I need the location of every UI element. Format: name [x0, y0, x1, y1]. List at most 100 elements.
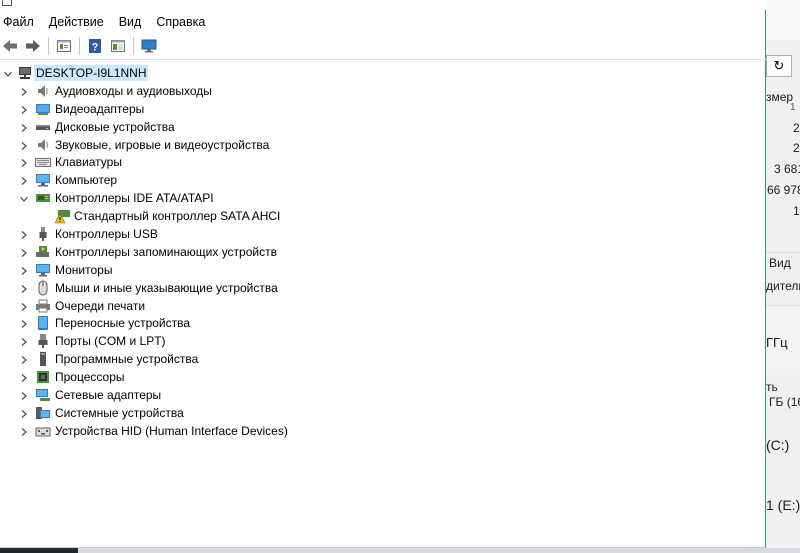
- tree-category[interactable]: Переносные устройства: [0, 314, 760, 332]
- menu-help[interactable]: Справка: [153, 12, 211, 32]
- tree-category-label: Системные устройства: [55, 405, 184, 420]
- chevron-right-icon[interactable]: [19, 86, 29, 96]
- tree-category[interactable]: Программные устройства: [0, 350, 760, 368]
- warning-controller-icon: [54, 208, 71, 224]
- tree-category[interactable]: Контроллеры запоминающих устройств: [0, 243, 760, 261]
- monitor-icon: [35, 262, 51, 278]
- network-adapter-icon: [35, 387, 51, 403]
- tree-category-label: Контроллеры IDE ATA/ATAPI: [55, 191, 214, 206]
- tree-category[interactable]: Сетевые адаптеры: [0, 386, 760, 404]
- tree-category-label: Контроллеры запоминающих устройств: [55, 244, 277, 259]
- port-icon: [35, 333, 51, 349]
- tree-category-label: Порты (COM и LPT): [55, 334, 166, 349]
- tree-category[interactable]: Системные устройства: [0, 404, 760, 422]
- chevron-right-icon[interactable]: [19, 175, 29, 186]
- tree-category-label: Клавиатуры: [55, 155, 122, 170]
- taskbar-start-area[interactable]: [0, 548, 78, 553]
- refresh-icon[interactable]: ↻: [766, 55, 792, 77]
- chevron-right-icon[interactable]: [19, 390, 29, 400]
- tree-root[interactable]: DESKTOP-I9L1NNH: [0, 64, 760, 82]
- chevron-right-icon[interactable]: [19, 104, 29, 114]
- tree-category[interactable]: Порты (COM и LPT): [0, 332, 760, 350]
- bg-drive-e: 1 (E:): [766, 497, 800, 513]
- background-window-header: [766, 0, 800, 40]
- tree-category[interactable]: Мыши и иные указывающие устройства: [0, 279, 760, 297]
- bg-value: 1: [790, 102, 796, 113]
- menu-action[interactable]: Действие: [46, 12, 110, 32]
- forward-icon[interactable]: [23, 36, 43, 56]
- mouse-icon: [35, 280, 51, 296]
- chevron-right-icon[interactable]: [19, 354, 29, 365]
- chevron-right-icon[interactable]: [19, 157, 29, 168]
- svg-text:?: ?: [92, 42, 99, 54]
- tree-device[interactable]: Стандартный контроллер SATA AHCI: [0, 207, 760, 225]
- device-manager-window: Файл Действие Вид Справка ? DESKTOP-I9L1…: [0, 0, 766, 548]
- chevron-down-icon[interactable]: [19, 193, 29, 203]
- tree-category-label: Программные устройства: [55, 352, 199, 367]
- processor-icon: [35, 369, 51, 385]
- printer-icon: [35, 298, 51, 314]
- tree-category-label: Процессоры: [55, 370, 125, 385]
- bg-value: 1: [793, 204, 800, 218]
- system-device-icon: [35, 405, 51, 421]
- action-pane-icon[interactable]: [108, 36, 128, 56]
- tree-category[interactable]: Клавиатуры: [0, 153, 760, 171]
- chevron-right-icon[interactable]: [19, 336, 29, 347]
- title-bar[interactable]: [0, 0, 766, 10]
- toolbar-separator: [133, 37, 134, 55]
- menu-bar: Файл Действие Вид Справка: [0, 12, 217, 32]
- hid-icon: [35, 423, 51, 439]
- chevron-right-icon[interactable]: [19, 408, 29, 418]
- device-tree: DESKTOP-I9L1NNH Аудиовходы и аудиовыходы В…: [0, 64, 760, 440]
- tree-category-label: Устройства HID (Human Interface Devices): [55, 423, 288, 438]
- tree-category-label: Контроллеры USB: [55, 227, 158, 242]
- chevron-right-icon[interactable]: [19, 122, 29, 132]
- chevron-right-icon[interactable]: [19, 372, 29, 383]
- tree-category[interactable]: Устройства HID (Human Interface Devices): [0, 422, 760, 440]
- tree-category[interactable]: Компьютер: [0, 171, 760, 189]
- bg-label: ть: [766, 380, 778, 394]
- chevron-down-icon[interactable]: [3, 68, 13, 78]
- bg-value: 66 978: [767, 183, 800, 197]
- chevron-right-icon[interactable]: [19, 283, 29, 293]
- menu-view[interactable]: Вид: [116, 12, 148, 32]
- tree-category[interactable]: Звуковые, игровые и видеоустройства: [0, 136, 760, 154]
- menu-file[interactable]: Файл: [0, 12, 40, 32]
- tree-category[interactable]: Видеоадаптеры: [0, 100, 760, 118]
- background-window: ↻ змер 1 2 2 3 681 66 978 1 Вид дитель Г…: [766, 0, 800, 553]
- storage-controller-icon: [35, 244, 51, 260]
- tree-category[interactable]: Процессоры: [0, 368, 760, 386]
- toolbar-separator: [48, 37, 49, 55]
- tree-category[interactable]: Аудиовходы и аудиовыходы: [0, 82, 760, 100]
- chevron-right-icon[interactable]: [19, 265, 29, 275]
- usb-icon: [35, 226, 51, 242]
- tree-category[interactable]: Контроллеры USB: [0, 225, 760, 243]
- bg-cpu-freq: ГГц: [766, 335, 788, 350]
- tree-category-label: Компьютер: [55, 173, 118, 188]
- tree-category[interactable]: Дисковые устройства: [0, 118, 760, 136]
- chevron-right-icon[interactable]: [19, 318, 29, 329]
- bg-value: 3 681: [774, 162, 800, 176]
- bg-label: дитель: [766, 279, 800, 293]
- back-icon[interactable]: [0, 36, 20, 56]
- display-adapter-icon: [35, 101, 51, 117]
- chevron-right-icon[interactable]: [19, 229, 29, 239]
- chevron-right-icon[interactable]: [19, 426, 29, 436]
- monitor-scan-icon[interactable]: [139, 36, 159, 56]
- keyboard-icon: [35, 154, 51, 170]
- tree-category[interactable]: Мониторы: [0, 261, 760, 279]
- bg-value: 2: [793, 141, 800, 155]
- software-device-icon: [35, 351, 51, 367]
- bg-memory: ГБ (16: [769, 395, 800, 409]
- chevron-right-icon[interactable]: [19, 301, 29, 311]
- chevron-right-icon[interactable]: [19, 140, 29, 150]
- bg-view-tab[interactable]: Вид: [769, 256, 791, 270]
- tree-category-label: Аудиовходы и аудиовыходы: [55, 83, 212, 98]
- chevron-right-icon[interactable]: [19, 247, 29, 257]
- tree-category[interactable]: Очереди печати: [0, 297, 760, 315]
- help-icon[interactable]: ?: [85, 36, 105, 56]
- tree-category-label: Сетевые адаптеры: [55, 388, 162, 403]
- properties-icon[interactable]: [54, 36, 74, 56]
- tree-category[interactable]: Контроллеры IDE ATA/ATAPI: [0, 189, 760, 207]
- tree-device-label: Стандартный контроллер SATA AHCI: [74, 209, 281, 224]
